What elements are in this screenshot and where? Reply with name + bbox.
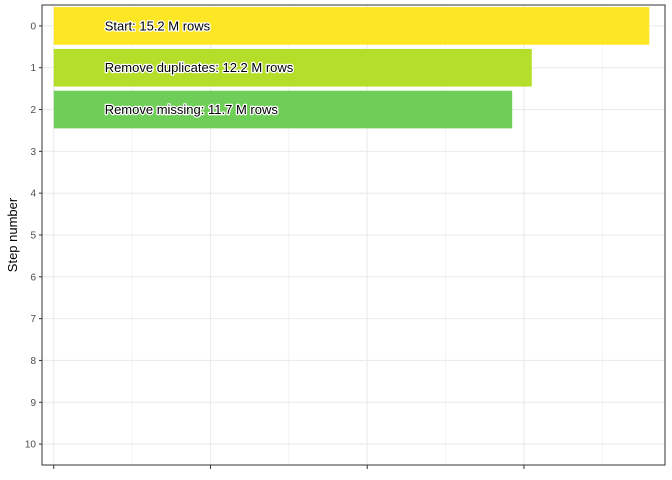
y-axis-title: Step number [5, 197, 20, 272]
y-tick-label: 6 [30, 272, 36, 283]
bar-label-step-2: Remove missing: 11.7 M rows [105, 102, 279, 117]
x-axis [53, 465, 525, 469]
y-tick-label: 9 [30, 398, 36, 409]
y-tick-label: 2 [30, 105, 36, 116]
y-axis: 0 1 2 3 4 5 6 7 8 9 10 [25, 21, 42, 451]
y-tick-label: 1 [30, 63, 36, 74]
y-tick-label: 10 [25, 440, 37, 451]
bar-label-step-0: Start: 15.2 M rows [105, 18, 211, 33]
y-tick-label: 3 [30, 147, 36, 158]
y-tick-label: 4 [30, 189, 36, 200]
bar-label-step-1: Remove duplicates: 12.2 M rows [105, 60, 294, 75]
y-tick-label: 7 [30, 314, 36, 325]
y-tick-label: 8 [30, 356, 36, 367]
y-tick-label: 0 [30, 21, 36, 32]
y-tick-label: 5 [30, 231, 36, 242]
chart: Start: 15.2 M rows Remove duplicates: 12.… [5, 4, 666, 469]
